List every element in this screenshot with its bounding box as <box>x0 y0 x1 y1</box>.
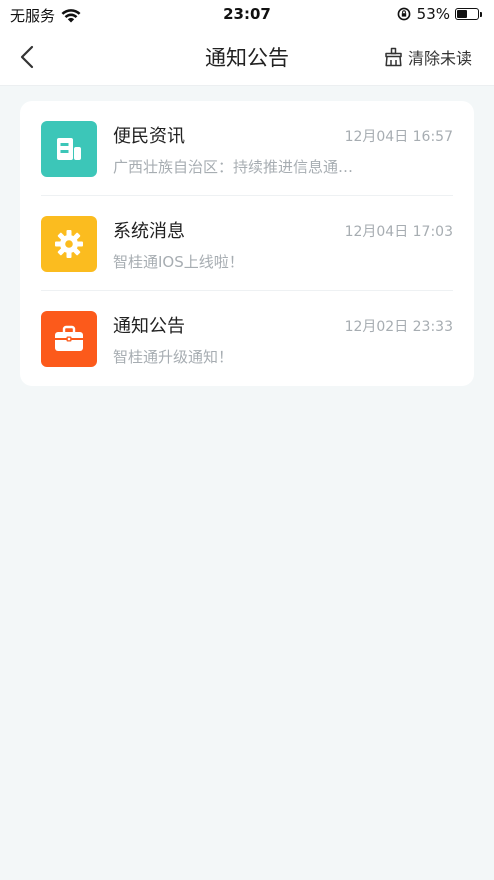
gear-icon <box>55 230 83 258</box>
battery-tip <box>480 11 482 17</box>
message-item-news[interactable]: 便民资讯 12月04日 16:57 广西壮族自治区：持续推进信息通… <box>41 101 453 196</box>
battery-percent: 53% <box>416 5 450 23</box>
clear-unread-button[interactable]: 清除未读 <box>384 45 472 69</box>
battery-level <box>457 10 467 18</box>
message-title: 便民资讯 <box>113 126 185 147</box>
news-icon-tile <box>41 121 97 177</box>
message-preview: 智桂通IOS上线啦！ <box>113 253 244 271</box>
battery-icon <box>455 8 479 20</box>
message-preview: 广西壮族自治区：持续推进信息通… <box>113 158 354 176</box>
message-time: 12月02日 23:33 <box>344 319 453 335</box>
briefcase-icon-tile <box>41 311 97 367</box>
message-list: 便民资讯 12月04日 16:57 广西壮族自治区：持续推进信息通… 系统消息 … <box>20 101 474 386</box>
message-title: 系统消息 <box>113 221 185 242</box>
status-right: 53% <box>397 5 482 23</box>
message-time: 12月04日 17:03 <box>344 224 453 240</box>
briefcase-icon <box>55 325 83 351</box>
message-preview: 智桂通升级通知！ <box>113 348 234 366</box>
message-item-notice[interactable]: 通知公告 12月02日 23:33 智桂通升级通知！ <box>41 291 453 386</box>
message-title: 通知公告 <box>113 316 185 337</box>
news-icon <box>57 138 81 160</box>
nav-bar: 通知公告 清除未读 <box>0 28 494 86</box>
message-item-system[interactable]: 系统消息 12月04日 17:03 智桂通IOS上线啦！ <box>41 196 453 291</box>
message-time: 12月04日 16:57 <box>344 129 453 145</box>
gear-icon-tile <box>41 216 97 272</box>
rotation-lock-icon <box>397 7 411 21</box>
status-bar: 无服务 23:07 53% <box>0 0 494 28</box>
broom-icon <box>385 47 402 67</box>
clear-unread-label: 清除未读 <box>407 49 472 68</box>
